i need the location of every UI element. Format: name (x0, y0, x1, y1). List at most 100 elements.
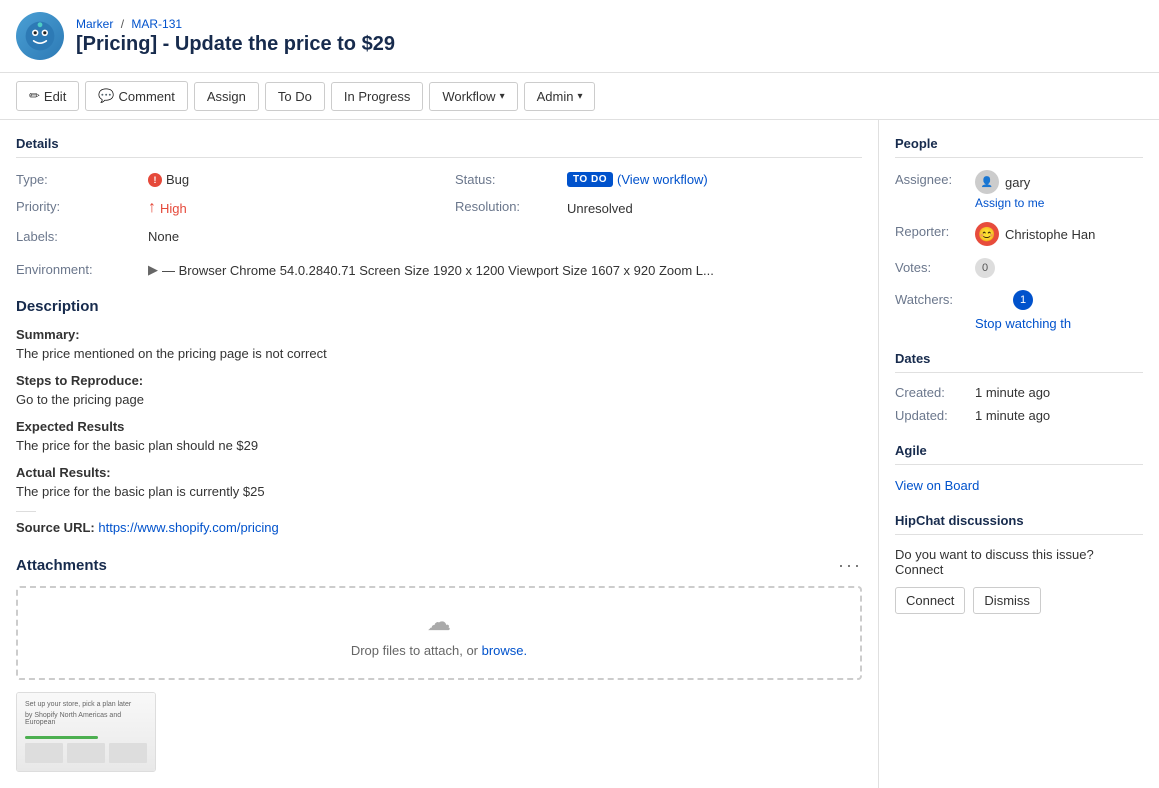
stop-watching-link[interactable]: Stop watching th (975, 316, 1071, 331)
assignee-name: 👤 gary (975, 170, 1044, 194)
source-url-label: Source URL: (16, 520, 95, 535)
environment-row: Environment: ▶ — Browser Chrome 54.0.284… (16, 262, 862, 278)
details-grid: Type: ! Bug Status: TO DO (View workflow… (16, 170, 862, 246)
status-value: TO DO (View workflow) (567, 170, 862, 189)
hipchat-section: HipChat discussions Do you want to discu… (895, 513, 1143, 614)
steps-label: Steps to Reproduce: (16, 373, 862, 388)
upload-icon: ☁ (38, 608, 840, 637)
assign-button[interactable]: Assign (194, 82, 259, 111)
todo-button[interactable]: To Do (265, 82, 325, 111)
page-header: Marker / MAR-131 [Pricing] - Update the … (0, 0, 1159, 73)
toolbar: ✏ Edit 💬 Comment Assign To Do In Progres… (0, 73, 1159, 120)
preview-small-bar-3 (109, 743, 147, 763)
priority-up-icon: ↑ (148, 199, 156, 217)
issue-title: [Pricing] - Update the price to $29 (76, 33, 395, 56)
preview-small-bar-1 (25, 743, 63, 763)
assignee-label: Assignee: (895, 170, 975, 187)
votes-count-badge: 0 (975, 258, 995, 278)
connect-button[interactable]: Connect (895, 587, 965, 614)
assignee-avatar: 👤 (975, 170, 999, 194)
comment-icon: 💬 (98, 88, 114, 104)
priority-value: ↑ High (148, 197, 443, 219)
assign-to-me-link[interactable]: Assign to me (975, 196, 1044, 210)
watchers-row: Watchers: 1 Stop watching th (895, 290, 1143, 331)
preview-small-bar-2 (67, 743, 105, 763)
description-title: Description (16, 298, 862, 315)
attachments-menu-button[interactable]: ··· (838, 555, 862, 576)
project-link[interactable]: Marker (76, 17, 113, 31)
created-label: Created: (895, 385, 975, 400)
status-label: Status: (455, 170, 555, 189)
hipchat-text: Do you want to discuss this issue? Conne… (895, 547, 1143, 577)
summary-block: Summary: The price mentioned on the pric… (16, 327, 862, 361)
reporter-avatar: 😊 (975, 222, 999, 246)
labels-value: None (148, 227, 443, 246)
expected-label: Expected Results (16, 419, 862, 434)
watchers-value: 1 Stop watching th (975, 290, 1071, 331)
right-sidebar: People Assignee: 👤 gary Assign to me Rep… (879, 120, 1159, 788)
dates-section: Dates Created: 1 minute ago Updated: 1 m… (895, 351, 1143, 423)
bug-icon: ! (148, 173, 162, 187)
type-value: ! Bug (148, 170, 443, 189)
hipchat-title: HipChat discussions (895, 513, 1143, 535)
hipchat-actions: Connect Dismiss (895, 587, 1143, 614)
drop-zone[interactable]: ☁ Drop files to attach, or browse. (16, 586, 862, 680)
view-on-board-link[interactable]: View on Board (895, 478, 979, 493)
preview-small-bars (25, 743, 147, 763)
view-workflow-link[interactable]: (View workflow) (617, 172, 708, 187)
assignee-avatar-icon: 👤 (981, 177, 993, 188)
votes-value: 0 (975, 258, 995, 278)
main-layout: Details Type: ! Bug Status: TO DO (View … (0, 120, 1159, 788)
reporter-name: 😊 Christophe Han (975, 222, 1095, 246)
browse-link[interactable]: browse. (482, 643, 528, 658)
priority-text: High (160, 201, 187, 216)
watchers-count-badge: 1 (1013, 290, 1033, 310)
actual-block: Actual Results: The price for the basic … (16, 465, 862, 499)
breadcrumb: Marker / MAR-131 (76, 17, 395, 31)
preview-text-1: Set up your store, pick a plan later (25, 701, 147, 708)
actual-text: The price for the basic plan is currentl… (16, 484, 862, 499)
environment-value: ▶ — Browser Chrome 54.0.2840.71 Screen S… (148, 262, 714, 278)
admin-button[interactable]: Admin (524, 82, 596, 111)
created-value: 1 minute ago (975, 385, 1050, 400)
resolution-label: Resolution: (455, 197, 555, 219)
expected-text: The price for the basic plan should ne $… (16, 438, 862, 453)
status-badge: TO DO (567, 172, 613, 187)
created-row: Created: 1 minute ago (895, 385, 1143, 400)
votes-label: Votes: (895, 258, 975, 275)
details-title: Details (16, 136, 862, 158)
edit-button[interactable]: ✏ Edit (16, 81, 79, 111)
dismiss-button[interactable]: Dismiss (973, 587, 1041, 614)
people-title: People (895, 136, 1143, 158)
updated-row: Updated: 1 minute ago (895, 408, 1143, 423)
attachment-preview: Set up your store, pick a plan later by … (16, 692, 156, 772)
preview-bar (25, 736, 98, 739)
updated-label: Updated: (895, 408, 975, 423)
details-section: Details Type: ! Bug Status: TO DO (View … (16, 136, 862, 278)
source-url-line: Source URL: https://www.shopify.com/pric… (16, 520, 862, 535)
in-progress-button[interactable]: In Progress (331, 82, 423, 111)
issue-content: Details Type: ! Bug Status: TO DO (View … (0, 120, 879, 788)
project-logo (16, 12, 64, 60)
dates-title: Dates (895, 351, 1143, 373)
source-url-link[interactable]: https://www.shopify.com/pricing (98, 520, 278, 535)
header-text: Marker / MAR-131 [Pricing] - Update the … (76, 17, 395, 56)
comment-button[interactable]: 💬 Comment (85, 81, 188, 111)
issue-id-link[interactable]: MAR-131 (131, 17, 182, 31)
workflow-button[interactable]: Workflow (429, 82, 517, 111)
attachment-preview-inner: Set up your store, pick a plan later by … (17, 693, 155, 771)
updated-value: 1 minute ago (975, 408, 1050, 423)
attachments-section: Attachments ··· ☁ Drop files to attach, … (16, 555, 862, 772)
description-section: Description Summary: The price mentioned… (16, 298, 862, 535)
assignee-value: 👤 gary Assign to me (975, 170, 1044, 210)
env-arrow-icon: ▶ (148, 262, 158, 278)
edit-icon: ✏ (29, 88, 40, 104)
environment-label: Environment: (16, 262, 136, 278)
attachments-header: Attachments ··· (16, 555, 862, 576)
labels-label: Labels: (16, 227, 136, 246)
attachments-title: Attachments (16, 557, 107, 574)
summary-label: Summary: (16, 327, 862, 342)
reporter-row: Reporter: 😊 Christophe Han (895, 222, 1143, 246)
drop-text: Drop files to attach, or (351, 643, 482, 658)
separator (16, 511, 36, 512)
